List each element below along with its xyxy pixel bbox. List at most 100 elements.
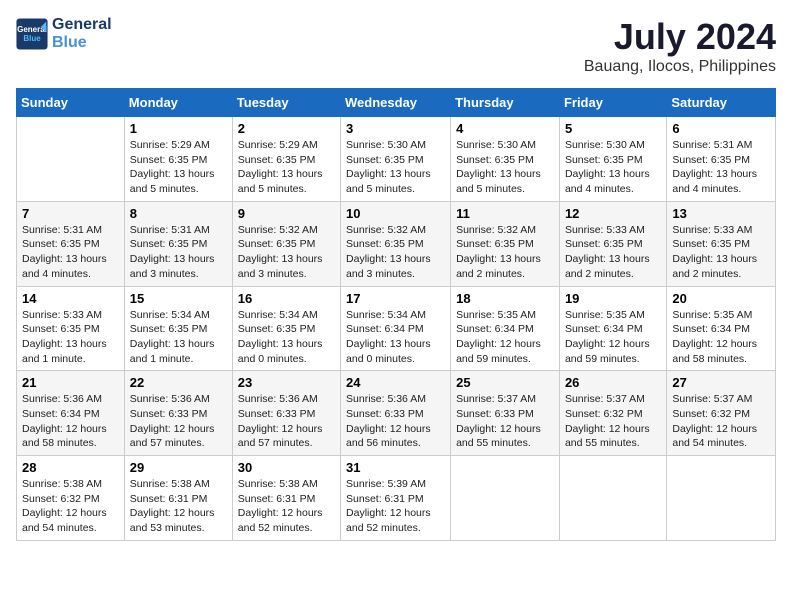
day-number: 19 <box>565 291 661 306</box>
day-number: 16 <box>238 291 335 306</box>
month-title: July 2024 <box>584 16 776 58</box>
day-info: Sunrise: 5:35 AM Sunset: 6:34 PM Dayligh… <box>672 308 770 367</box>
day-number: 1 <box>130 121 227 136</box>
day-number: 26 <box>565 375 661 390</box>
calendar-cell: 23 Sunrise: 5:36 AM Sunset: 6:33 PM Dayli… <box>232 371 340 456</box>
calendar-cell: 3 Sunrise: 5:30 AM Sunset: 6:35 PM Daylig… <box>341 117 451 202</box>
calendar-cell: 7Sunrise: 5:31 AM Sunset: 6:35 PM Daylig… <box>17 201 125 286</box>
day-number: 6 <box>672 121 770 136</box>
day-info: Sunrise: 5:36 AM Sunset: 6:33 PM Dayligh… <box>346 392 445 451</box>
calendar-cell: 20 Sunrise: 5:35 AM Sunset: 6:34 PM Dayli… <box>667 286 776 371</box>
day-number: 23 <box>238 375 335 390</box>
calendar-cell: 24 Sunrise: 5:36 AM Sunset: 6:33 PM Dayli… <box>341 371 451 456</box>
day-info: Sunrise: 5:32 AM Sunset: 6:35 PM Dayligh… <box>346 223 445 282</box>
logo: General Blue General Blue <box>16 16 112 53</box>
day-info: Sunrise: 5:30 AM Sunset: 6:35 PM Dayligh… <box>565 138 661 197</box>
calendar-cell: 27 Sunrise: 5:37 AM Sunset: 6:32 PM Dayli… <box>667 371 776 456</box>
calendar-week-row: 28 Sunrise: 5:38 AM Sunset: 6:32 PM Dayli… <box>17 456 776 541</box>
calendar-cell: 22 Sunrise: 5:36 AM Sunset: 6:33 PM Dayli… <box>124 371 232 456</box>
calendar-cell: 16Sunrise: 5:34 AM Sunset: 6:35 PM Dayli… <box>232 286 340 371</box>
day-number: 13 <box>672 206 770 221</box>
calendar-cell: 1Sunrise: 5:29 AM Sunset: 6:35 PM Daylig… <box>124 117 232 202</box>
day-number: 17 <box>346 291 445 306</box>
day-number: 8 <box>130 206 227 221</box>
day-info: Sunrise: 5:36 AM Sunset: 6:33 PM Dayligh… <box>130 392 227 451</box>
logo-line1: General <box>52 16 112 34</box>
calendar-week-row: 7Sunrise: 5:31 AM Sunset: 6:35 PM Daylig… <box>17 201 776 286</box>
logo-line2: Blue <box>52 34 112 52</box>
day-info: Sunrise: 5:36 AM Sunset: 6:33 PM Dayligh… <box>238 392 335 451</box>
calendar-cell: 21Sunrise: 5:36 AM Sunset: 6:34 PM Dayli… <box>17 371 125 456</box>
day-info: Sunrise: 5:32 AM Sunset: 6:35 PM Dayligh… <box>456 223 554 282</box>
day-number: 27 <box>672 375 770 390</box>
day-number: 5 <box>565 121 661 136</box>
day-number: 14 <box>22 291 119 306</box>
calendar-cell: 26 Sunrise: 5:37 AM Sunset: 6:32 PM Dayli… <box>559 371 666 456</box>
day-number: 9 <box>238 206 335 221</box>
day-info: Sunrise: 5:37 AM Sunset: 6:32 PM Dayligh… <box>672 392 770 451</box>
day-number: 29 <box>130 460 227 475</box>
location-title: Bauang, Ilocos, Philippines <box>584 58 776 76</box>
day-info: Sunrise: 5:33 AM Sunset: 6:35 PM Dayligh… <box>672 223 770 282</box>
calendar-cell: 6 Sunrise: 5:31 AM Sunset: 6:35 PM Daylig… <box>667 117 776 202</box>
day-info: Sunrise: 5:34 AM Sunset: 6:34 PM Dayligh… <box>346 308 445 367</box>
calendar-header-row: SundayMondayTuesdayWednesdayThursdayFrid… <box>17 89 776 117</box>
day-info: Sunrise: 5:31 AM Sunset: 6:35 PM Dayligh… <box>672 138 770 197</box>
day-number: 30 <box>238 460 335 475</box>
calendar-cell: 9 Sunrise: 5:32 AM Sunset: 6:35 PM Daylig… <box>232 201 340 286</box>
day-info: Sunrise: 5:38 AM Sunset: 6:31 PM Dayligh… <box>130 477 227 536</box>
title-section: July 2024 Bauang, Ilocos, Philippines <box>584 16 776 76</box>
calendar-body: 1 Sunrise: 5:29 AM Sunset: 6:35 PM Daylig… <box>17 117 776 541</box>
day-number: 3 <box>346 121 445 136</box>
day-number: 28 <box>22 460 119 475</box>
calendar-header-cell: Saturday <box>667 89 776 117</box>
calendar-cell: 11 Sunrise: 5:32 AM Sunset: 6:35 PM Dayli… <box>451 201 560 286</box>
day-number: 22 <box>130 375 227 390</box>
calendar-week-row: 1 Sunrise: 5:29 AM Sunset: 6:35 PM Daylig… <box>17 117 776 202</box>
day-info: Sunrise: 5:38 AM Sunset: 6:32 PM Dayligh… <box>22 477 119 536</box>
day-info: Sunrise: 5:35 AM Sunset: 6:34 PM Dayligh… <box>565 308 661 367</box>
day-number: 31 <box>346 460 445 475</box>
calendar-cell: 29 Sunrise: 5:38 AM Sunset: 6:31 PM Dayli… <box>124 456 232 541</box>
calendar-cell: 15 Sunrise: 5:34 AM Sunset: 6:35 PM Dayli… <box>124 286 232 371</box>
day-info: Sunrise: 5:33 AM Sunset: 6:35 PM Dayligh… <box>22 308 119 367</box>
calendar-cell: 12 Sunrise: 5:33 AM Sunset: 6:35 PM Dayli… <box>559 201 666 286</box>
calendar-header-cell: Sunday <box>17 89 125 117</box>
calendar-cell: 18Sunrise: 5:35 AM Sunset: 6:34 PM Dayli… <box>451 286 560 371</box>
calendar-header-cell: Friday <box>559 89 666 117</box>
day-info: Sunrise: 5:30 AM Sunset: 6:35 PM Dayligh… <box>346 138 445 197</box>
day-number: 4 <box>456 121 554 136</box>
day-number: 2 <box>238 121 335 136</box>
calendar-cell: 31Sunrise: 5:39 AM Sunset: 6:31 PM Dayli… <box>341 456 451 541</box>
day-info: Sunrise: 5:35 AM Sunset: 6:34 PM Dayligh… <box>456 308 554 367</box>
day-number: 11 <box>456 206 554 221</box>
day-number: 24 <box>346 375 445 390</box>
day-info: Sunrise: 5:30 AM Sunset: 6:35 PM Dayligh… <box>456 138 554 197</box>
day-number: 10 <box>346 206 445 221</box>
logo-icon: General Blue <box>16 18 48 50</box>
calendar-header-cell: Thursday <box>451 89 560 117</box>
calendar-cell <box>559 456 666 541</box>
calendar-week-row: 14 Sunrise: 5:33 AM Sunset: 6:35 PM Dayli… <box>17 286 776 371</box>
day-info: Sunrise: 5:31 AM Sunset: 6:35 PM Dayligh… <box>130 223 227 282</box>
day-number: 20 <box>672 291 770 306</box>
day-info: Sunrise: 5:37 AM Sunset: 6:33 PM Dayligh… <box>456 392 554 451</box>
calendar-cell: 8 Sunrise: 5:31 AM Sunset: 6:35 PM Daylig… <box>124 201 232 286</box>
day-info: Sunrise: 5:29 AM Sunset: 6:35 PM Dayligh… <box>238 138 335 197</box>
calendar-cell <box>451 456 560 541</box>
calendar-cell: 13 Sunrise: 5:33 AM Sunset: 6:35 PM Dayli… <box>667 201 776 286</box>
day-info: Sunrise: 5:33 AM Sunset: 6:35 PM Dayligh… <box>565 223 661 282</box>
day-number: 12 <box>565 206 661 221</box>
calendar-cell: 25Sunrise: 5:37 AM Sunset: 6:33 PM Dayli… <box>451 371 560 456</box>
calendar: SundayMondayTuesdayWednesdayThursdayFrid… <box>16 88 776 541</box>
calendar-cell: 2 Sunrise: 5:29 AM Sunset: 6:35 PM Daylig… <box>232 117 340 202</box>
day-number: 15 <box>130 291 227 306</box>
calendar-cell <box>17 117 125 202</box>
day-info: Sunrise: 5:34 AM Sunset: 6:35 PM Dayligh… <box>130 308 227 367</box>
day-number: 21 <box>22 375 119 390</box>
calendar-cell: 5 Sunrise: 5:30 AM Sunset: 6:35 PM Daylig… <box>559 117 666 202</box>
day-info: Sunrise: 5:37 AM Sunset: 6:32 PM Dayligh… <box>565 392 661 451</box>
calendar-cell: 19 Sunrise: 5:35 AM Sunset: 6:34 PM Dayli… <box>559 286 666 371</box>
calendar-cell: 10 Sunrise: 5:32 AM Sunset: 6:35 PM Dayli… <box>341 201 451 286</box>
day-info: Sunrise: 5:32 AM Sunset: 6:35 PM Dayligh… <box>238 223 335 282</box>
